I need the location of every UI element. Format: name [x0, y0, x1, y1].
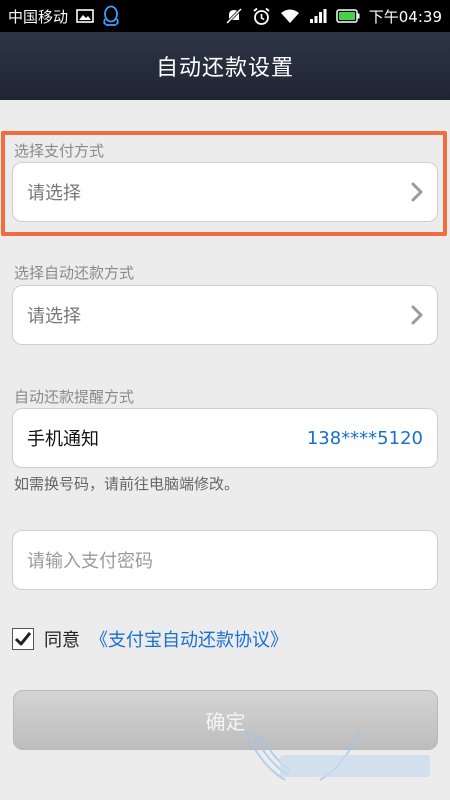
- repay-method-select[interactable]: 请选择: [12, 285, 438, 345]
- reminder-method: 手机通知: [27, 429, 99, 450]
- confirm-button[interactable]: 确定: [13, 690, 438, 750]
- carrier-name: 中国移动: [8, 7, 69, 26]
- alarm-icon: [252, 7, 271, 26]
- status-bar: 中国移动 下午04:39: [0, 0, 450, 32]
- page-title: 自动还款设置: [155, 56, 294, 81]
- qq-icon: [102, 5, 120, 27]
- wifi-icon: [280, 8, 300, 24]
- phone-number: 138****5120: [306, 427, 423, 449]
- battery-icon: [336, 9, 360, 23]
- mute-icon: [225, 7, 243, 25]
- image-icon: [76, 9, 94, 23]
- password-placeholder: 请输入支付密码: [27, 551, 153, 572]
- phone-change-hint: 如需换号码，请前往电脑端修改。: [14, 475, 240, 493]
- agreement-link[interactable]: 《支付宝自动还款协议》: [90, 626, 288, 652]
- agreement-row: 同意 《支付宝自动还款协议》: [12, 626, 288, 652]
- reminder-label: 自动还款提醒方式: [14, 388, 135, 406]
- agree-checkbox[interactable]: [12, 628, 34, 650]
- chevron-right-icon: [411, 305, 423, 325]
- agree-label: 同意: [44, 630, 80, 651]
- reminder-field: 手机通知 138****5120: [12, 408, 438, 468]
- title-bar: 自动还款设置: [0, 32, 450, 100]
- payment-method-select[interactable]: 请选择: [12, 162, 438, 222]
- payment-method-value: 请选择: [27, 183, 81, 204]
- signal-icon: [309, 8, 327, 24]
- repay-method-value: 请选择: [27, 306, 81, 327]
- checkmark-icon: [14, 632, 32, 646]
- repay-method-label: 选择自动还款方式: [14, 264, 135, 282]
- payment-password-input[interactable]: 请输入支付密码: [12, 530, 438, 590]
- payment-method-label: 选择支付方式: [14, 142, 105, 160]
- clock-time: 下午04:39: [368, 7, 442, 26]
- chevron-right-icon: [411, 182, 423, 202]
